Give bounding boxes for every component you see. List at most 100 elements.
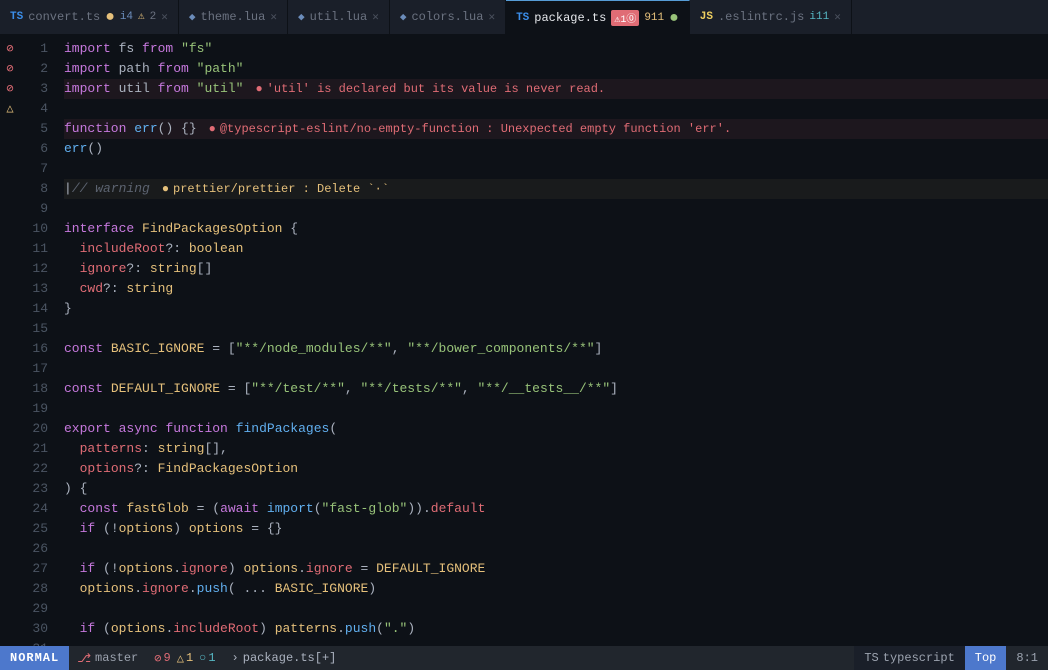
line-num-6: 6 — [20, 139, 56, 159]
code-line-31 — [64, 639, 1048, 646]
tab-label: convert.ts — [28, 10, 100, 24]
warning-icon: ⚠ — [138, 12, 145, 23]
line-num-12: 12 — [20, 259, 56, 279]
error-gutter: ⊘ ⊘ ⊘ △ — [0, 35, 20, 646]
diag-line-3: ● 'util' is declared but its value is ne… — [255, 79, 605, 99]
status-dot: ● — [669, 9, 679, 27]
code-line-22: options?: FindPackagesOption — [64, 459, 1048, 479]
tab-convert-ts[interactable]: TS convert.ts ● i4 ⚠ 2 ✕ — [0, 0, 179, 35]
tab-colors-lua[interactable]: ◆ colors.lua ✕ — [390, 0, 506, 35]
tab-close-icon[interactable]: ✕ — [488, 10, 495, 24]
line-numbers: 1 2 3 4 5 6 7 8 9 10 11 12 13 14 15 16 1… — [20, 35, 56, 646]
cursor-position: 8:1 — [1006, 651, 1048, 665]
code-line-14: } — [64, 299, 1048, 319]
branch-name: master — [95, 651, 138, 665]
code-line-29 — [64, 599, 1048, 619]
line-num-13: 13 — [20, 279, 56, 299]
code-line-23: ) { — [64, 479, 1048, 499]
code-line-4 — [64, 99, 1048, 119]
line-num-27: 27 — [20, 559, 56, 579]
info-count: ○ 1 — [199, 651, 215, 665]
line-num-8: 8 — [20, 179, 56, 199]
code-line-5: function err() {} ● @typescript-eslint/n… — [64, 119, 1048, 139]
error-badge: ⚠1⓪ — [611, 10, 639, 26]
ts-status: TS typescript — [854, 646, 964, 670]
status-branch: ⎇ master — [69, 651, 146, 666]
status-path: › package.ts[+] — [224, 651, 345, 665]
code-line-17 — [64, 359, 1048, 379]
tab-close-icon[interactable]: ✕ — [161, 10, 168, 24]
line-num-23: 23 — [20, 479, 56, 499]
ts-status-icon: TS — [864, 651, 878, 665]
line-num-9: 9 — [20, 199, 56, 219]
line-num-18: 18 — [20, 379, 56, 399]
gutter-line-5: ⊘ — [0, 79, 20, 99]
line-num-14: 14 — [20, 299, 56, 319]
line-num-29: 29 — [20, 599, 56, 619]
editor-area: ⊘ ⊘ ⊘ △ 1 — [0, 35, 1048, 646]
circle-icon: ○ — [199, 651, 206, 665]
line-num-15: 15 — [20, 319, 56, 339]
code-line-2: import path from "path" — [64, 59, 1048, 79]
line-num-10: 10 — [20, 219, 56, 239]
code-line-28: options.ignore.push( ... BASIC_IGNORE) — [64, 579, 1048, 599]
line-num-20: 20 — [20, 419, 56, 439]
tab-label: package.ts — [534, 11, 606, 25]
tab-close-icon[interactable]: ✕ — [834, 10, 841, 24]
dirty-indicator: ● — [105, 9, 115, 25]
line-num-2: 2 — [20, 59, 56, 79]
line-num-17: 17 — [20, 359, 56, 379]
status-bar: NORMAL ⎇ master ⊘ 9 △ 1 ○ 1 › package.ts… — [0, 646, 1048, 670]
tab-package-ts[interactable]: TS package.ts ⚠1⓪ 911 ● — [506, 0, 690, 35]
code-line-13: cwd?: string — [64, 279, 1048, 299]
error-count: ⊘ 9 — [154, 651, 170, 666]
tab-label: colors.lua — [411, 10, 483, 24]
line-num-11: 11 — [20, 239, 56, 259]
warning-count: △ 1 — [177, 651, 193, 666]
code-editor[interactable]: import fs from "fs" import path from "pa… — [56, 35, 1048, 646]
tab-eslintrc-js[interactable]: JS .eslintrc.js i11 ✕ — [690, 0, 852, 35]
status-right: TS typescript Top 8:1 — [854, 646, 1048, 670]
tab-theme-lua[interactable]: ◆ theme.lua ✕ — [179, 0, 288, 35]
code-line-11: includeRoot?: boolean — [64, 239, 1048, 259]
diag-line-5: ● @typescript-eslint/no-empty-function :… — [209, 119, 732, 139]
code-line-25: if (!options) options = {} — [64, 519, 1048, 539]
tab-util-lua[interactable]: ◆ util.lua ✕ — [288, 0, 390, 35]
ts-label: typescript — [883, 651, 955, 665]
gutter-line-3: ⊘ — [0, 59, 20, 79]
ts-lang-icon: TS — [516, 12, 529, 24]
code-line-10: interface FindPackagesOption { — [64, 219, 1048, 239]
gutter-line-8: △ — [0, 99, 20, 119]
line-num-22: 22 — [20, 459, 56, 479]
code-line-26 — [64, 539, 1048, 559]
info-count: i11 — [809, 11, 829, 23]
number-2: 2 — [150, 11, 157, 23]
tab-label: util.lua — [310, 10, 368, 24]
code-line-18: const DEFAULT_IGNORE = ["**/test/**", "*… — [64, 379, 1048, 399]
code-line-24: const fastGlob = (await import("fast-glo… — [64, 499, 1048, 519]
diag-line-8: ● prettier/prettier : Delete `·` — [162, 179, 389, 199]
code-line-27: if (!options.ignore) options.ignore = DE… — [64, 559, 1048, 579]
code-line-15 — [64, 319, 1048, 339]
code-line-12: ignore?: string[] — [64, 259, 1048, 279]
line-num-5: 5 — [20, 119, 56, 139]
lua-lang-icon: ◆ — [298, 10, 305, 24]
line-num-21: 21 — [20, 439, 56, 459]
code-line-30: if (options.includeRoot) patterns.push("… — [64, 619, 1048, 639]
code-line-3: import util from "util" ● 'util' is decl… — [64, 79, 1048, 99]
line-num-30: 30 — [20, 619, 56, 639]
code-line-19 — [64, 399, 1048, 419]
line-num-28: 28 — [20, 579, 56, 599]
lua-lang-icon: ◆ — [189, 10, 196, 24]
file-path: package.ts[+] — [243, 651, 337, 665]
tab-close-icon[interactable]: ✕ — [270, 10, 277, 24]
tab-label: theme.lua — [201, 10, 266, 24]
warning-count: i4 — [120, 11, 133, 23]
line-num-3: 3 — [20, 79, 56, 99]
tab-close-icon[interactable]: ✕ — [372, 10, 379, 24]
status-mode: NORMAL — [0, 646, 69, 670]
gutter-line-1: ⊘ — [0, 39, 20, 59]
triangle-icon: △ — [177, 651, 184, 666]
line-num-7: 7 — [20, 159, 56, 179]
line-num-4: 4 — [20, 99, 56, 119]
